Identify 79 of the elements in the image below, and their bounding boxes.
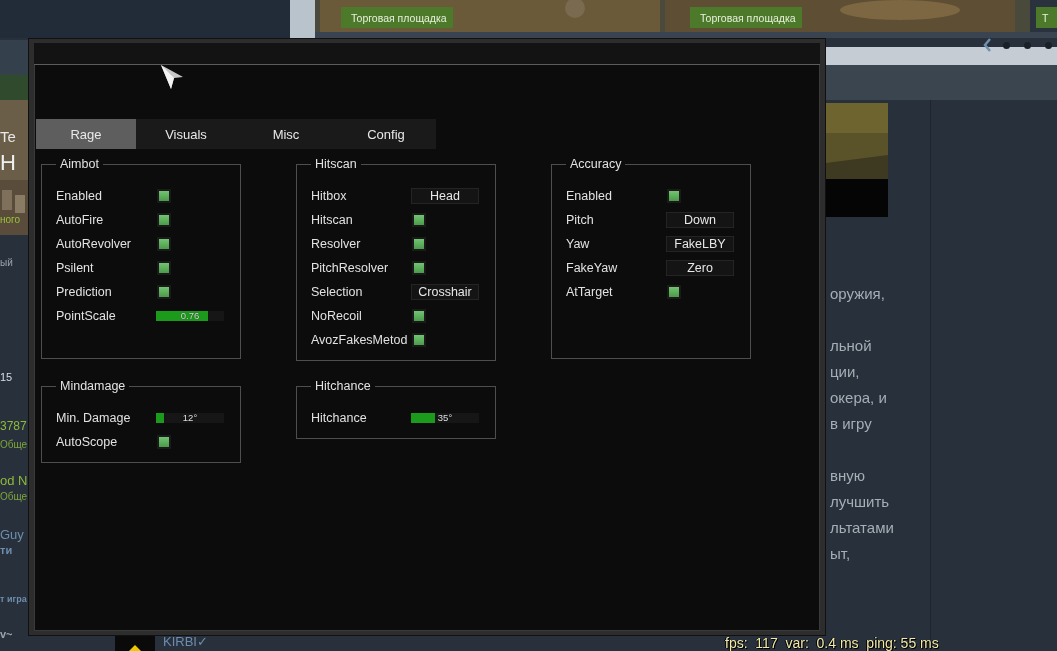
option-label: AutoFire	[56, 213, 104, 227]
description-text: ыт,	[830, 545, 851, 562]
option-label: Psilent	[56, 261, 94, 275]
checkbox[interactable]	[157, 237, 171, 251]
checkbox[interactable]	[412, 309, 426, 323]
dropdown[interactable]: Crosshair	[411, 284, 479, 300]
slider[interactable]: 12°	[156, 413, 224, 423]
checkbox[interactable]	[667, 189, 681, 203]
sidebar-text: Обще	[0, 439, 28, 450]
sidebar-text: H	[0, 150, 16, 176]
sidebar-text: т игра	[0, 594, 27, 604]
sidebar-text: v~	[0, 628, 13, 640]
dropdown[interactable]: Zero	[666, 260, 734, 276]
checkbox[interactable]	[157, 261, 171, 275]
option-label: Enabled	[566, 189, 612, 203]
description-text: в игру	[830, 415, 872, 432]
sidebar-text: 15	[0, 371, 13, 383]
sidebar-text: od N	[0, 473, 28, 488]
sidebar-text: Guy	[0, 527, 24, 542]
checkbox[interactable]	[667, 285, 681, 299]
option-label: Hitchance	[311, 411, 367, 425]
tab[interactable]: Config	[336, 119, 436, 149]
option-label: Hitbox	[311, 189, 347, 203]
option-label: Resolver	[311, 237, 361, 251]
option-label: Prediction	[56, 285, 112, 299]
market-button[interactable]: Т	[1036, 7, 1057, 28]
option-label: Yaw	[566, 237, 590, 251]
sidebar-text: Te	[0, 128, 16, 145]
cursor-icon	[160, 64, 184, 90]
description-text: льтатами	[830, 519, 894, 536]
carousel-dot[interactable]	[1003, 42, 1010, 49]
checkbox[interactable]	[412, 237, 426, 251]
chevron-left-icon[interactable]	[983, 38, 991, 52]
tab[interactable]: Misc	[236, 119, 336, 149]
option-label: Hitscan	[311, 213, 353, 227]
option-label: AutoRevolver	[56, 237, 132, 251]
net-stats: fps: 117 var: 0.4 ms ping: 55 ms	[725, 635, 939, 651]
checkbox[interactable]	[412, 333, 426, 347]
slider[interactable]: 35°	[411, 413, 479, 423]
option-label: AvozFakesMetod	[311, 333, 408, 347]
checkbox[interactable]	[157, 189, 171, 203]
description-text: ции,	[830, 363, 860, 380]
group-title: Accuracy	[566, 157, 626, 172]
checkbox[interactable]	[157, 435, 171, 449]
option-label: Enabled	[56, 189, 102, 203]
description-text: оружия,	[830, 285, 885, 302]
sidebar-text: 3787	[0, 419, 27, 433]
description-text: вную	[830, 467, 865, 484]
group-title: Mindamage	[56, 379, 130, 394]
option-label: AtTarget	[566, 285, 613, 299]
carousel-dot[interactable]	[1024, 42, 1031, 49]
checkbox[interactable]	[412, 213, 426, 227]
option-label: NoRecoil	[311, 309, 362, 323]
option-label: FakeYaw	[566, 261, 618, 275]
description-text: льной	[830, 337, 872, 354]
dropdown[interactable]: FakeLBY	[666, 236, 734, 252]
sidebar-text: ти	[0, 544, 13, 556]
description-text: лучшить	[830, 493, 890, 510]
description-text: окера, и	[830, 389, 887, 406]
sidebar-text: ного	[0, 214, 21, 225]
tab[interactable]: Rage	[36, 119, 136, 149]
option-label: Selection	[311, 285, 363, 299]
tab[interactable]: Visuals	[136, 119, 236, 149]
option-label: Min. Damage	[56, 411, 131, 425]
sidebar-text: Обще	[0, 491, 28, 502]
option-label: PointScale	[56, 309, 116, 323]
market-button[interactable]: Торговая площадка	[690, 7, 802, 28]
user-name[interactable]: KIRBI✓	[163, 634, 208, 649]
market-button[interactable]: Торговая площадка	[341, 7, 453, 28]
dropdown[interactable]: Down	[666, 212, 734, 228]
option-label: Pitch	[566, 213, 594, 227]
dropdown[interactable]: Head	[411, 188, 479, 204]
sidebar-text: ый	[0, 257, 13, 268]
checkbox[interactable]	[157, 213, 171, 227]
carousel-dot[interactable]	[1045, 42, 1052, 49]
checkbox[interactable]	[412, 261, 426, 275]
option-label: PitchResolver	[311, 261, 389, 275]
option-label: AutoScope	[56, 435, 118, 449]
checkbox[interactable]	[157, 285, 171, 299]
